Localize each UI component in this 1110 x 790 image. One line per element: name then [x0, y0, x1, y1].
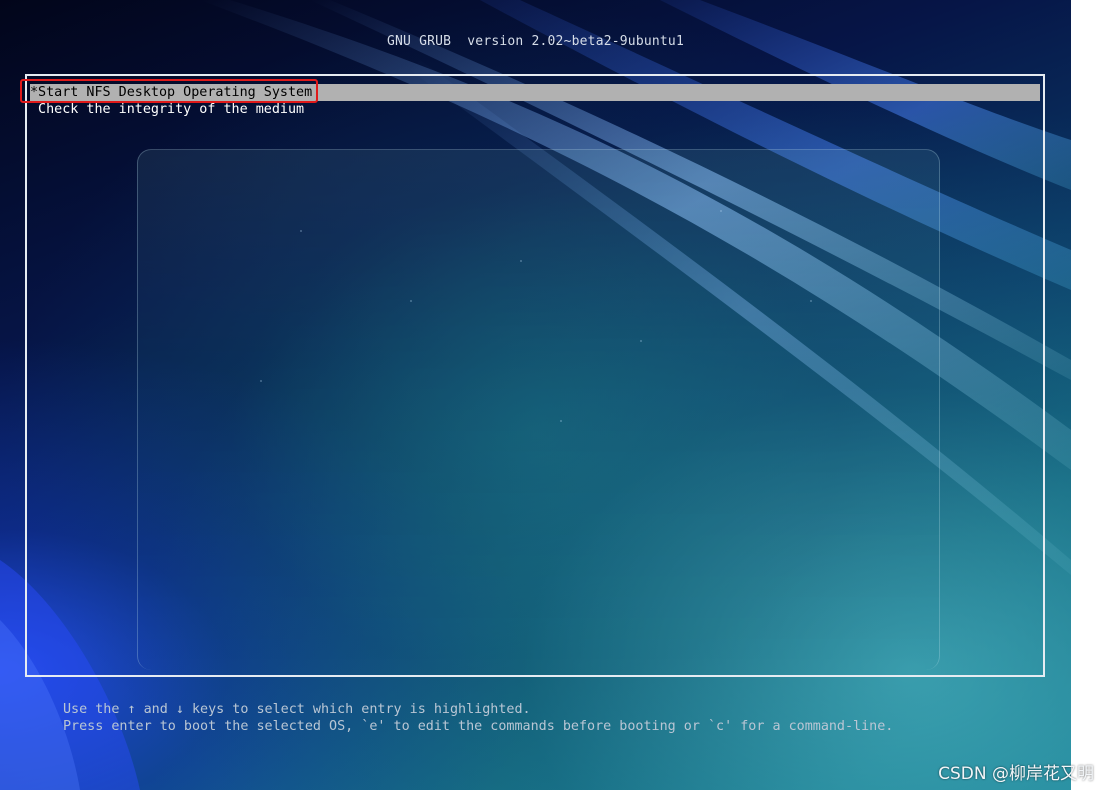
menu-background-panel [137, 149, 940, 670]
annotation-highlight-box [20, 79, 318, 103]
grub-version-title: GNU GRUB version 2.02~beta2-9ubuntu1 [387, 34, 684, 49]
boot-menu: *Start NFS Desktop Operating System Chec… [25, 74, 1045, 677]
menu-entry-check-integrity[interactable]: Check the integrity of the medium [30, 101, 304, 118]
help-text-boot-instructions: Press enter to boot the selected OS, `e'… [63, 719, 894, 734]
csdn-watermark: CSDN @柳岸花又明 [938, 764, 1094, 784]
grub-boot-screen: GNU GRUB version 2.02~beta2-9ubuntu1 *St… [0, 0, 1071, 790]
help-text-navigation: Use the ↑ and ↓ keys to select which ent… [63, 702, 531, 717]
